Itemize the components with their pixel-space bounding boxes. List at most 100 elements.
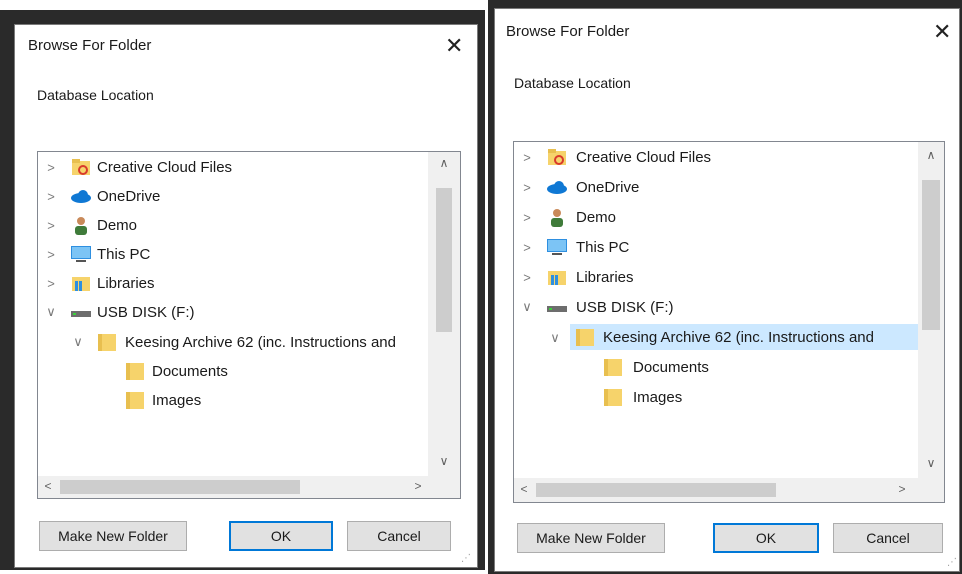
folder-icon: [604, 359, 622, 376]
horizontal-scrollbar[interactable]: < >: [38, 476, 460, 498]
tree-item-usb-disk[interactable]: ∨ USB DISK (F:): [514, 294, 918, 320]
chevron-right-icon[interactable]: >: [520, 270, 534, 285]
tree-item-label: Libraries: [576, 268, 634, 286]
folder-icon: [98, 334, 116, 351]
tree-item-keesing-archive[interactable]: Keesing Archive 62 (inc. Instructions an…: [570, 324, 918, 350]
computer-monitor-icon: [71, 246, 91, 262]
scroll-down-icon[interactable]: ∨: [923, 456, 939, 470]
scroll-up-icon[interactable]: ∧: [436, 156, 452, 170]
folder-icon: [126, 363, 144, 380]
scroll-right-icon[interactable]: >: [410, 479, 426, 493]
dialog-prompt: Database Location: [514, 75, 631, 91]
chevron-down-icon[interactable]: ∨: [548, 330, 562, 346]
folder-tree[interactable]: > Creative Cloud Files > OneDrive > Demo…: [513, 141, 945, 503]
scrollbar-thumb[interactable]: [60, 480, 300, 494]
make-new-folder-button[interactable]: Make New Folder: [517, 523, 665, 553]
creative-cloud-folder-icon: [72, 159, 90, 175]
browse-for-folder-dialog: Browse For Folder ✕ Database Location > …: [494, 8, 960, 572]
chevron-right-icon[interactable]: >: [44, 276, 58, 291]
horizontal-scrollbar[interactable]: < >: [514, 478, 944, 502]
tree-item-this-pc[interactable]: > This PC: [38, 241, 430, 267]
folder-icon: [576, 329, 594, 346]
cancel-button[interactable]: Cancel: [833, 523, 943, 553]
scrollbar-thumb[interactable]: [436, 188, 452, 332]
tree-item-label: Keesing Archive 62 (inc. Instructions an…: [603, 328, 874, 346]
tree-item-documents[interactable]: Documents: [514, 354, 918, 380]
libraries-icon: [548, 271, 566, 285]
ok-button[interactable]: OK: [229, 521, 333, 551]
chevron-right-icon[interactable]: >: [520, 210, 534, 225]
tree-item-usb-disk[interactable]: ∨ USB DISK (F:): [38, 299, 430, 325]
tree-item-demo[interactable]: > Demo: [514, 204, 918, 230]
make-new-folder-button[interactable]: Make New Folder: [39, 521, 187, 551]
tree-item-images[interactable]: Images: [514, 384, 918, 410]
tree-item-demo[interactable]: > Demo: [38, 212, 430, 238]
tree-item-label: Libraries: [97, 274, 155, 292]
user-icon: [75, 217, 87, 235]
close-icon[interactable]: ✕: [445, 35, 463, 57]
scrollbar-thumb[interactable]: [922, 180, 940, 330]
tree-item-onedrive[interactable]: > OneDrive: [514, 174, 918, 200]
folder-tree[interactable]: > Creative Cloud Files > OneDrive > Demo…: [37, 151, 461, 499]
tree-item-onedrive[interactable]: > OneDrive: [38, 183, 430, 209]
chevron-right-icon[interactable]: >: [520, 240, 534, 255]
chevron-right-icon[interactable]: >: [44, 160, 58, 175]
tree-item-label: Demo: [576, 208, 617, 226]
tree-item-libraries[interactable]: > Libraries: [514, 264, 918, 290]
resize-grip-icon[interactable]: ⋰: [947, 557, 957, 568]
chevron-down-icon[interactable]: ∨: [520, 299, 534, 315]
chevron-down-icon[interactable]: ∨: [44, 304, 58, 320]
resize-grip-icon[interactable]: ⋰: [461, 553, 471, 564]
chevron-right-icon[interactable]: >: [44, 218, 58, 233]
tree-item-keesing-archive[interactable]: ∨ Keesing Archive 62 (inc. Instructions …: [38, 329, 430, 355]
tree-item-libraries[interactable]: > Libraries: [38, 270, 430, 296]
dialog-prompt: Database Location: [37, 87, 154, 103]
chevron-right-icon[interactable]: >: [44, 189, 58, 204]
tree-item-label: Documents: [152, 362, 228, 380]
tree-item-label: This PC: [576, 238, 630, 256]
chevron-right-icon[interactable]: >: [520, 180, 534, 195]
user-icon: [551, 209, 563, 227]
computer-monitor-icon: [547, 239, 567, 255]
tree-item-label: Demo: [97, 216, 138, 234]
usb-drive-icon: [547, 306, 567, 312]
libraries-icon: [72, 277, 90, 291]
tree-item-label: Images: [152, 391, 202, 409]
tree-item-this-pc[interactable]: > This PC: [514, 234, 918, 260]
chevron-down-icon[interactable]: ∨: [71, 334, 85, 350]
tree-item-label: USB DISK (F:): [576, 298, 674, 316]
tree-item-documents[interactable]: Documents: [38, 358, 430, 384]
tree-item-label: Keesing Archive 62 (inc. Instructions an…: [125, 333, 396, 351]
scroll-left-icon[interactable]: <: [40, 479, 56, 493]
scrollbar-thumb[interactable]: [536, 483, 776, 497]
tree-item-label: OneDrive: [576, 178, 640, 196]
chevron-right-icon[interactable]: >: [520, 150, 534, 165]
tree-item-label: USB DISK (F:): [97, 303, 195, 321]
tree-item-images[interactable]: Images: [38, 387, 430, 413]
dialog-title: Browse For Folder: [28, 37, 152, 54]
vertical-scrollbar[interactable]: ∧ ∨: [918, 142, 944, 478]
scroll-up-icon[interactable]: ∧: [923, 148, 939, 162]
folder-icon: [604, 389, 622, 406]
onedrive-cloud-icon: [71, 190, 91, 203]
creative-cloud-folder-icon: [548, 149, 566, 165]
vertical-scrollbar[interactable]: ∧ ∨: [428, 152, 460, 476]
browse-for-folder-dialog: Browse For Folder ✕ Database Location > …: [14, 24, 478, 568]
tree-item-creative-cloud-files[interactable]: > Creative Cloud Files: [38, 154, 430, 180]
scroll-right-icon[interactable]: >: [894, 482, 910, 496]
tree-item-label: Creative Cloud Files: [576, 148, 712, 166]
dialog-title: Browse For Folder: [506, 23, 630, 40]
cancel-button[interactable]: Cancel: [347, 521, 451, 551]
onedrive-cloud-icon: [547, 181, 567, 194]
folder-icon: [126, 392, 144, 409]
ok-button[interactable]: OK: [713, 523, 819, 553]
chevron-right-icon[interactable]: >: [44, 247, 58, 262]
tree-item-creative-cloud-files[interactable]: > Creative Cloud Files: [514, 144, 918, 170]
scroll-left-icon[interactable]: <: [516, 482, 532, 496]
tree-item-label: OneDrive: [97, 187, 161, 205]
tree-item-label: Creative Cloud Files: [97, 158, 233, 176]
close-icon[interactable]: ✕: [933, 21, 951, 43]
usb-drive-icon: [71, 311, 91, 317]
scroll-down-icon[interactable]: ∨: [436, 454, 452, 468]
tree-item-label: Documents: [633, 358, 709, 376]
